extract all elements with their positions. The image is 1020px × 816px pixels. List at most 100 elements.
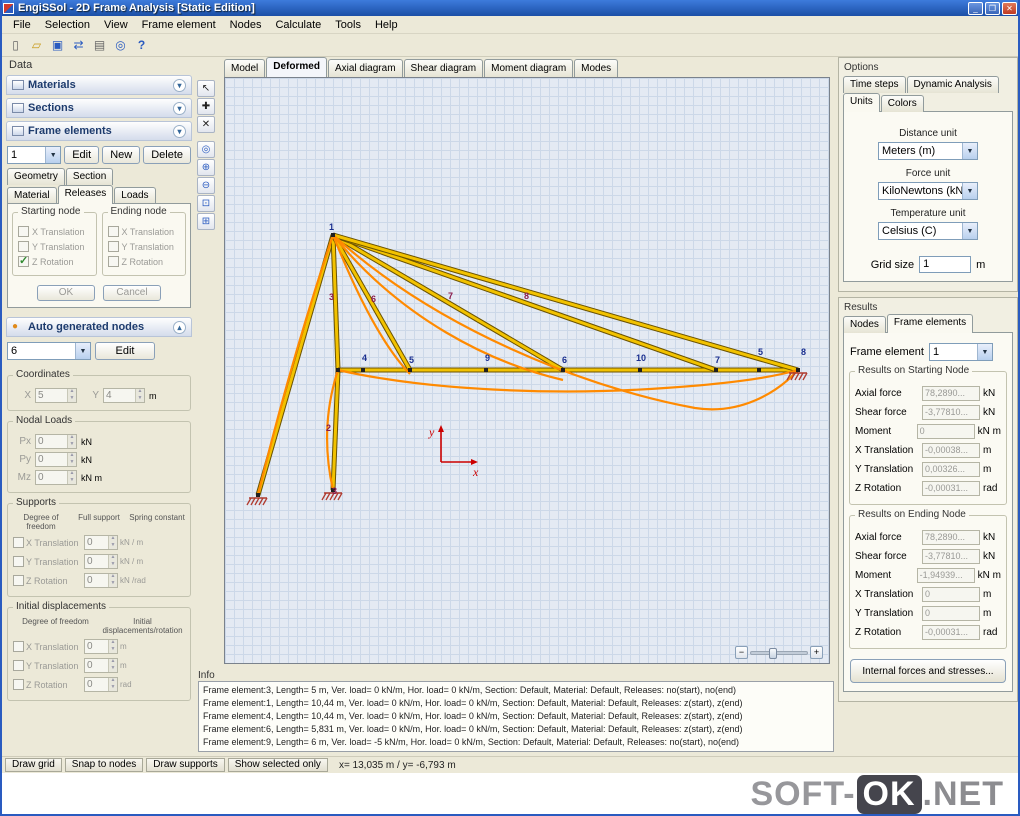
materials-section-header[interactable]: Materials ▾ [6, 75, 192, 95]
delete-button[interactable]: Delete [143, 146, 191, 164]
tab-nodes-results[interactable]: Nodes [843, 316, 886, 333]
zoom-plus-button[interactable]: + [810, 646, 823, 659]
menu-calculate[interactable]: Calculate [268, 18, 328, 32]
start-z-rotation-checkbox[interactable] [18, 254, 29, 267]
end-z-rotation-checkbox[interactable] [107, 256, 119, 267]
menu-tools[interactable]: Tools [328, 18, 368, 32]
auto-generated-nodes-header[interactable]: ● Auto generated nodes ▴ [6, 317, 192, 337]
support-z-checkbox[interactable] [13, 575, 24, 586]
new-button[interactable]: New [102, 146, 141, 164]
initial-y-checkbox[interactable] [13, 660, 24, 671]
menu-selection[interactable]: Selection [38, 18, 97, 32]
initial-z-checkbox[interactable] [13, 679, 24, 690]
initial-z-stepper[interactable]: 0 ▲ ▼ [84, 677, 118, 692]
zoom-minus-button[interactable]: − [735, 646, 748, 659]
zoom-extents-icon[interactable]: ⊡ [197, 195, 215, 212]
px-stepper[interactable]: 0 ▲ ▼ [35, 434, 77, 449]
initial-x-stepper[interactable]: 0 ▲ ▼ [84, 639, 118, 654]
menu-frame-element[interactable]: Frame element [135, 18, 223, 32]
language-icon[interactable]: ⇄ [69, 36, 88, 54]
start-y-translation-checkbox[interactable] [18, 241, 29, 252]
menu-view[interactable]: View [97, 18, 135, 32]
maximize-button[interactable]: ❐ [985, 1, 1000, 15]
py-stepper[interactable]: 0 ▲ ▼ [35, 452, 77, 467]
chevron-down-icon[interactable]: ▾ [173, 78, 186, 92]
support-z-stepper[interactable]: 0 ▲ ▼ [84, 573, 118, 588]
frame-element-select[interactable]: 1 ▼ [7, 146, 62, 164]
frame-element-result-select[interactable]: 1 ▼ [928, 343, 993, 361]
internal-forces-button[interactable]: Internal forces and stresses... [850, 659, 1006, 683]
y-coordinate-stepper[interactable]: 4 ▲ ▼ [103, 388, 145, 403]
chevron-down-icon[interactable]: ▾ [173, 101, 186, 115]
chevron-down-icon[interactable]: ▼ [976, 344, 992, 360]
mz-stepper[interactable]: 0 ▲ ▼ [35, 470, 77, 485]
tab-dynamic-analysis[interactable]: Dynamic Analysis [906, 76, 999, 93]
node-edit-button[interactable]: Edit [95, 342, 155, 360]
zoom-slider[interactable] [750, 647, 808, 659]
initial-y-stepper[interactable]: 0 ▲ ▼ [84, 658, 118, 673]
frame-elements-section-header[interactable]: Frame elements ▾ [6, 121, 192, 141]
print-preview-icon[interactable]: ◎ [111, 36, 130, 54]
open-file-icon[interactable]: ▱ [27, 36, 46, 54]
draw-supports-toggle[interactable]: Draw supports [146, 758, 225, 772]
zoom-out-icon[interactable]: ⊖ [197, 177, 215, 194]
tab-section[interactable]: Section [65, 168, 114, 185]
drawing-canvas[interactable]: 1 4 5 9 6 10 7 5 8 3 6 7 8 2 3 x y − + [224, 77, 830, 664]
chevron-down-icon[interactable]: ▼ [962, 143, 977, 159]
end-x-translation-checkbox[interactable] [107, 226, 119, 237]
new-file-icon[interactable]: ▯ [6, 36, 25, 54]
end-y-translation-checkbox[interactable] [107, 241, 119, 252]
menu-file[interactable]: File [6, 18, 38, 32]
cancel-button[interactable]: Cancel [103, 285, 161, 301]
force-unit-select[interactable]: KiloNewtons (kN) ▼ [878, 182, 978, 200]
chevron-down-icon[interactable]: ▼ [75, 343, 90, 359]
zoom-in-icon[interactable]: ⊕ [197, 159, 215, 176]
zoom-window-icon[interactable]: ⊞ [197, 213, 215, 230]
minimize-button[interactable]: _ [968, 1, 983, 15]
tab-shear-diagram[interactable]: Shear diagram [403, 59, 484, 77]
print-icon[interactable]: ▤ [90, 36, 109, 54]
tab-modes[interactable]: Modes [574, 59, 619, 77]
initial-x-checkbox[interactable] [13, 641, 24, 652]
tab-loads[interactable]: Loads [114, 187, 156, 204]
tab-material[interactable]: Material [7, 187, 57, 204]
tab-colors[interactable]: Colors [880, 95, 924, 112]
support-y-checkbox[interactable] [13, 556, 24, 567]
tab-geometry[interactable]: Geometry [7, 168, 65, 185]
distance-unit-select[interactable]: Meters (m) ▼ [878, 142, 978, 160]
delete-element-icon[interactable]: ✕ [197, 116, 215, 133]
tab-frame-elements-results[interactable]: Frame elements [886, 314, 974, 333]
draw-grid-toggle[interactable]: Draw grid [5, 758, 62, 772]
tab-moment-diagram[interactable]: Moment diagram [484, 59, 574, 77]
support-x-stepper[interactable]: 0 ▲ ▼ [84, 535, 118, 550]
chevron-down-icon[interactable]: ▼ [962, 183, 977, 199]
x-coordinate-stepper[interactable]: 5 ▲ ▼ [35, 388, 77, 403]
menu-help[interactable]: Help [368, 18, 405, 32]
tab-time-steps[interactable]: Time steps [843, 76, 906, 93]
chevron-up-icon[interactable]: ▴ [173, 320, 186, 334]
tab-units[interactable]: Units [843, 93, 880, 112]
properties-icon[interactable]: ◎ [197, 141, 215, 158]
chevron-down-icon[interactable]: ▼ [45, 147, 61, 163]
save-icon[interactable]: ▣ [48, 36, 67, 54]
chevron-down-icon[interactable]: ▾ [173, 124, 186, 138]
select-icon[interactable]: ↖ [197, 80, 215, 97]
grid-size-input[interactable]: 1 [919, 256, 972, 273]
sections-section-header[interactable]: Sections ▾ [6, 98, 192, 118]
snap-to-nodes-toggle[interactable]: Snap to nodes [64, 758, 144, 772]
ok-button[interactable]: OK [37, 285, 95, 301]
help-icon[interactable]: ? [132, 36, 151, 54]
edit-button[interactable]: Edit [64, 146, 100, 164]
start-x-translation-checkbox[interactable] [18, 226, 29, 237]
menu-nodes[interactable]: Nodes [223, 18, 269, 32]
tab-releases[interactable]: Releases [57, 185, 114, 204]
support-x-checkbox[interactable] [13, 537, 24, 548]
zoom-slider-thumb[interactable] [769, 647, 777, 659]
tab-model[interactable]: Model [224, 59, 266, 77]
show-selected-only-toggle[interactable]: Show selected only [227, 758, 328, 772]
close-button[interactable]: ✕ [1002, 1, 1017, 15]
tab-axial-diagram[interactable]: Axial diagram [327, 59, 403, 77]
support-y-stepper[interactable]: 0 ▲ ▼ [84, 554, 118, 569]
tab-deformed[interactable]: Deformed [266, 57, 327, 77]
add-node-icon[interactable]: ✚ [197, 98, 215, 115]
